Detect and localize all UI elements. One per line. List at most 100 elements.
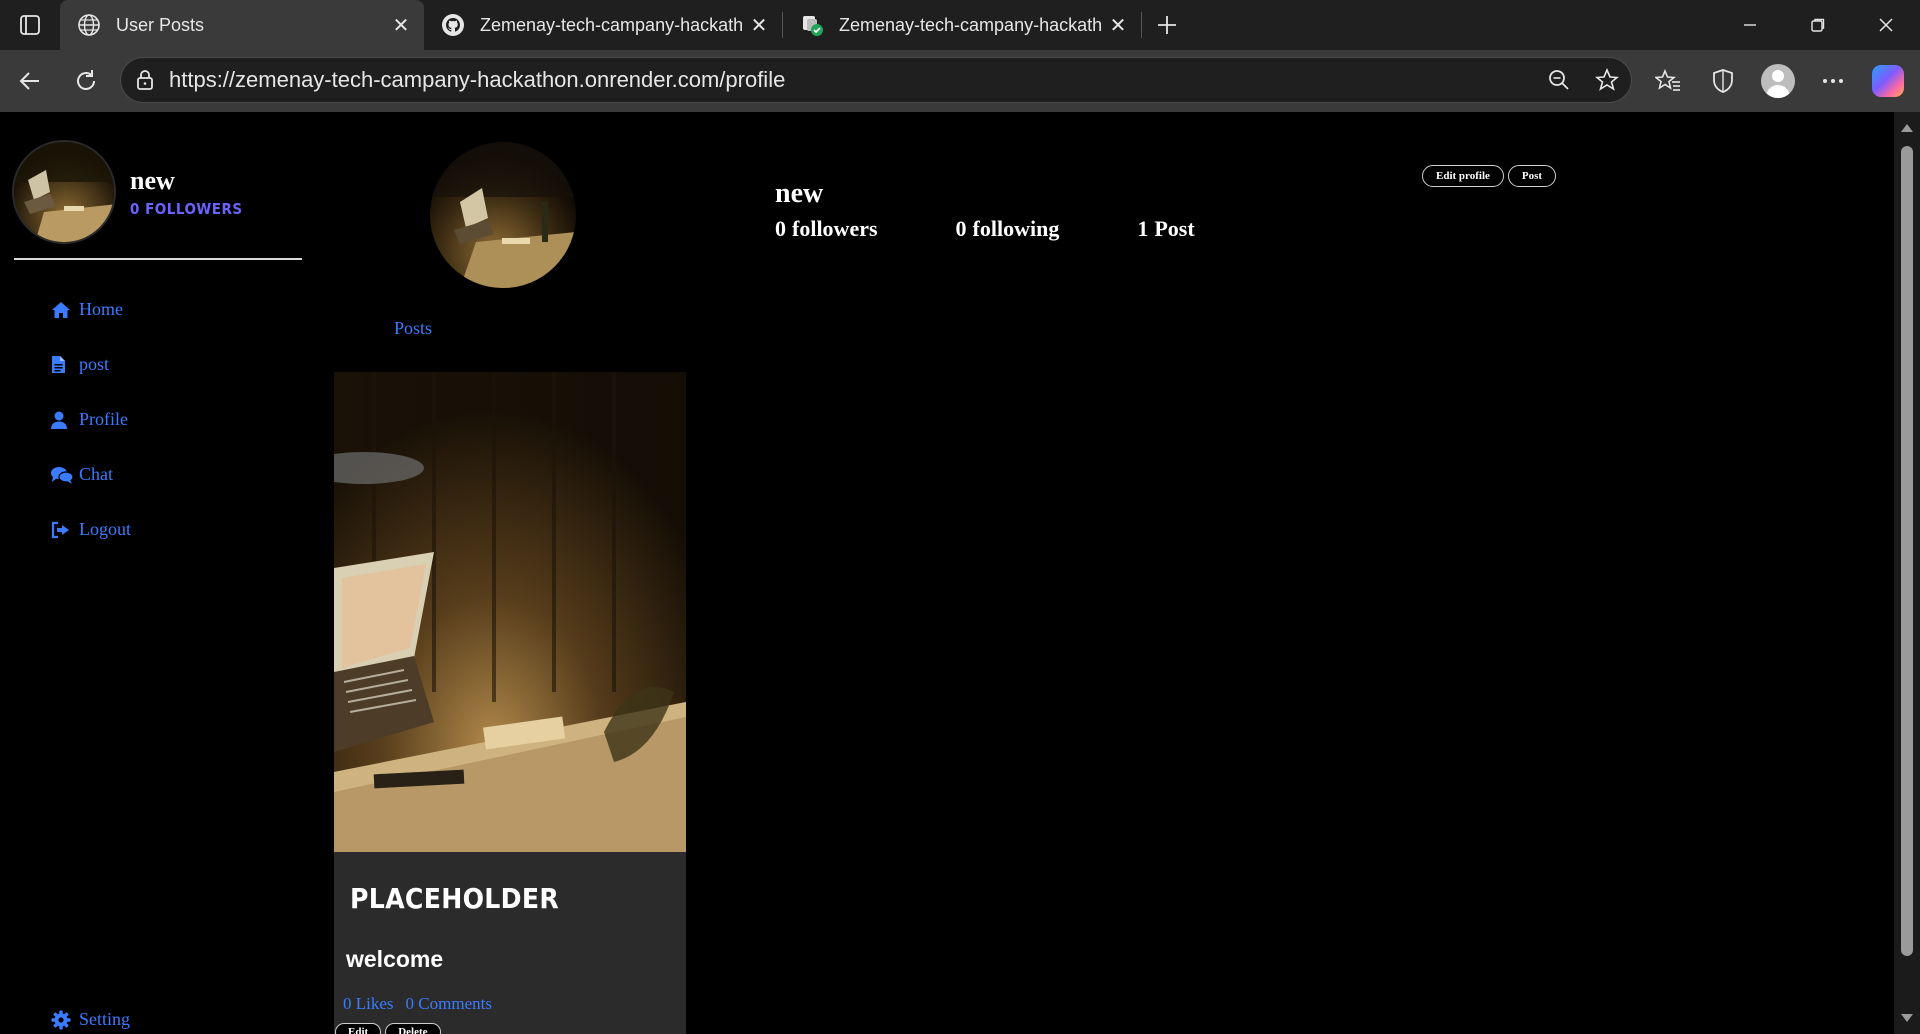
browser-tab-github[interactable]: Zemenay-tech-campany-hackath ✕: [424, 0, 782, 50]
post-image[interactable]: [334, 372, 686, 852]
delete-post-button[interactable]: Delete: [385, 1023, 441, 1034]
tab-actions-button[interactable]: [0, 0, 60, 50]
file-icon: [51, 355, 79, 374]
tab-actions-icon: [20, 15, 40, 35]
browser-tab-user-posts[interactable]: User Posts ✕: [60, 0, 424, 50]
posts-label: Post: [1154, 216, 1195, 241]
sidebar: new 0 FOLLOWERS Home post Profile Chat L…: [6, 112, 306, 1034]
plus-icon: [1158, 16, 1176, 34]
sidebar-item-setting[interactable]: Setting: [51, 992, 130, 1034]
sidebar-item-label: Chat: [79, 464, 113, 484]
url-bar[interactable]: https://zemenay-tech-campany-hackathon.o…: [120, 57, 1632, 103]
github-icon: [440, 12, 466, 38]
sidebar-item-post[interactable]: post: [51, 337, 131, 392]
post-meta: 0 Likes 0 Comments: [343, 994, 504, 1014]
post-actions: Edit Delete: [335, 1023, 445, 1034]
sidebar-item-logout[interactable]: Logout: [51, 502, 131, 557]
following-stat[interactable]: 0 following: [956, 216, 1060, 242]
tab-title: User Posts: [116, 14, 205, 35]
sidebar-nav: Home post Profile Chat Logout: [51, 282, 131, 557]
sidebar-item-profile[interactable]: Profile: [51, 392, 131, 447]
posts-count: 1: [1137, 216, 1149, 241]
back-button[interactable]: [4, 55, 56, 107]
scroll-down-icon[interactable]: [1901, 1014, 1913, 1022]
favorites-button[interactable]: [1640, 55, 1695, 107]
browser-tab-render[interactable]: Zemenay-tech-campany-hackath ✕: [783, 0, 1141, 50]
sidebar-item-label: Profile: [79, 409, 128, 429]
close-tab-icon[interactable]: ✕: [390, 14, 412, 37]
posts-stat: 1 Post: [1137, 216, 1194, 242]
zoom-out-icon[interactable]: [1535, 58, 1583, 102]
window-controls: [1716, 0, 1920, 50]
followers-label: followers: [792, 216, 878, 241]
followers-count: 0: [775, 216, 786, 241]
user-icon: [51, 411, 79, 429]
sidebar-profile: new 0 FOLLOWERS: [12, 140, 243, 244]
copilot-icon: [1871, 65, 1904, 97]
restore-icon: [1811, 18, 1825, 32]
sidebar-item-chat[interactable]: Chat: [51, 447, 131, 502]
following-count: 0: [955, 216, 967, 241]
create-post-button[interactable]: Post: [1507, 165, 1557, 187]
render-icon: [799, 12, 825, 38]
browser-essentials-button[interactable]: [1695, 55, 1750, 107]
tab-posts[interactable]: Posts: [394, 318, 432, 339]
restore-button[interactable]: [1784, 0, 1852, 50]
browser-toolbar: [1640, 50, 1915, 112]
sidebar-followers-count[interactable]: 0 FOLLOWERS: [130, 200, 243, 218]
sidebar-item-label: Setting: [79, 1009, 131, 1029]
tab-title: Zemenay-tech-campany-hackath: [839, 14, 1103, 35]
post-card: PLACEHOLDER welcome 0 Likes 0 Comments E…: [334, 372, 686, 1034]
site-info-icon[interactable]: [121, 69, 169, 91]
more-dots-icon: [1822, 79, 1843, 83]
likes-link[interactable]: 0 Likes: [343, 994, 394, 1014]
post-title: PLACEHOLDER: [350, 882, 560, 915]
sidebar-item-label: Logout: [79, 519, 131, 539]
close-icon: [1879, 18, 1893, 32]
browser-tab-bar: User Posts ✕ Zemenay-tech-campany-hackat…: [0, 0, 1920, 50]
home-icon: [51, 301, 79, 319]
url-text[interactable]: https://zemenay-tech-campany-hackathon.o…: [169, 67, 1535, 93]
more-options-button[interactable]: [1805, 55, 1860, 107]
favorite-star-icon[interactable]: [1583, 58, 1631, 102]
new-tab-button[interactable]: [1142, 0, 1192, 50]
sidebar-divider: [14, 258, 302, 260]
comments-link[interactable]: 0 Comments: [406, 994, 492, 1014]
copilot-button[interactable]: [1860, 55, 1915, 107]
sidebar-user-info: new 0 FOLLOWERS: [130, 166, 243, 218]
close-tab-icon[interactable]: ✕: [1107, 14, 1129, 37]
page-scrollbar[interactable]: [1894, 112, 1920, 1034]
sidebar-avatar[interactable]: [12, 140, 116, 244]
back-arrow-icon: [19, 72, 39, 90]
following-label: following: [972, 216, 1060, 241]
minimize-button[interactable]: [1716, 0, 1784, 50]
close-window-button[interactable]: [1852, 0, 1920, 50]
edit-post-button[interactable]: Edit: [335, 1023, 382, 1034]
profile-button[interactable]: [1750, 55, 1805, 107]
favorites-icon: [1654, 68, 1680, 91]
profile-name: new: [775, 178, 824, 209]
sidebar-item-home[interactable]: Home: [51, 282, 131, 337]
minimize-icon: [1744, 24, 1756, 26]
shield-icon: [1712, 69, 1733, 93]
profile-actions: Edit profile Post: [1422, 165, 1560, 187]
refresh-button[interactable]: [60, 55, 112, 107]
sidebar-user-name: new: [130, 166, 175, 195]
scroll-up-icon[interactable]: [1901, 124, 1913, 132]
post-body: welcome: [346, 946, 444, 972]
sidebar-item-label: Home: [79, 299, 123, 319]
edit-profile-button[interactable]: Edit profile: [1422, 165, 1504, 187]
profile-avatar-icon: [1760, 64, 1795, 98]
chat-icon: [51, 466, 79, 484]
logout-icon: [51, 521, 79, 539]
tab-title: Zemenay-tech-campany-hackath: [480, 14, 744, 35]
gear-icon: [51, 1010, 79, 1030]
profile-avatar[interactable]: [430, 142, 576, 288]
close-tab-icon[interactable]: ✕: [748, 14, 770, 37]
followers-stat[interactable]: 0 followers: [775, 216, 878, 242]
refresh-icon: [77, 70, 95, 90]
scroll-thumb[interactable]: [1901, 146, 1913, 956]
globe-icon: [76, 12, 102, 38]
browser-address-bar: https://zemenay-tech-campany-hackathon.o…: [0, 50, 1920, 112]
sidebar-item-label: post: [79, 354, 110, 374]
